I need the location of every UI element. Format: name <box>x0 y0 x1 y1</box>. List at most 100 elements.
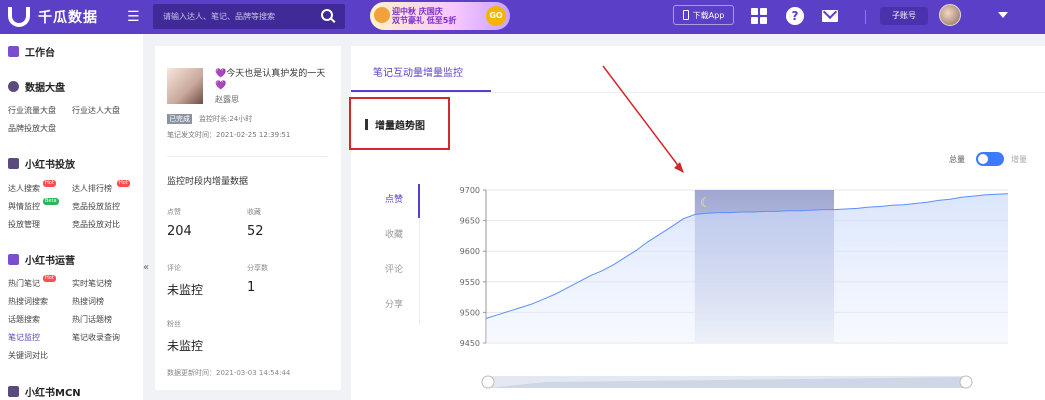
top-bar: 千瓜数据 ☰ 迎中秋 庆国庆 双节豪礼 低至5折 GO 下载App ? 子账号 <box>0 0 1045 34</box>
list-icon <box>8 158 19 169</box>
y-tick-label: 9600 <box>460 247 480 256</box>
caret-down-icon[interactable] <box>998 12 1008 18</box>
total-increment-toggle[interactable] <box>976 152 1004 166</box>
subaccount-button[interactable]: 子账号 <box>880 7 928 25</box>
stat-value-fans: 未监控 <box>167 339 204 353</box>
note-thumbnail[interactable] <box>167 68 203 104</box>
sidebar-section-label: 小红书运营 <box>25 256 75 267</box>
sidebar-section-data-board[interactable]: 数据大盘 <box>8 79 65 94</box>
toggle-knob <box>978 154 988 164</box>
sidebar-item-kol-ranking[interactable]: 达人排行榜 <box>72 183 112 194</box>
sidebar-workbench-label: 工作台 <box>25 48 55 59</box>
stat-value-likes: 204 <box>167 224 192 239</box>
y-tick-label: 9650 <box>460 217 480 226</box>
sidebar-item-keyword-compare[interactable]: 关键词对比 <box>8 350 48 361</box>
sidebar-item-competitor-compare[interactable]: 竞品投放对比 <box>72 219 120 230</box>
pie-chart-icon <box>8 81 19 92</box>
trend-title: 增量趋势图 <box>375 121 425 132</box>
stat-label-comments: 评论 <box>167 264 181 272</box>
y-tick-label: 9450 <box>460 339 480 348</box>
data-update-time: 数据更新时间：2021-03-03 14:54:44 <box>167 369 291 377</box>
sidebar-section-label: 小红书投放 <box>25 160 75 171</box>
stat-value-comments: 未监控 <box>167 283 204 297</box>
logo[interactable]: 千瓜数据 <box>8 7 98 27</box>
logo-mark-icon <box>8 7 30 27</box>
sidebar-item-brand-delivery[interactable]: 品牌投放大盘 <box>8 123 56 134</box>
search-input[interactable] <box>153 12 311 21</box>
hot-badge: Hot <box>43 180 56 187</box>
sidebar-item-hot-word-rank[interactable]: 热搜词榜 <box>72 296 104 307</box>
metric-tab-likes[interactable]: 点赞 <box>385 192 403 205</box>
sidebar-section-xhs-mcn[interactable]: 小红书MCN <box>8 384 81 399</box>
zoom-handle-right[interactable] <box>959 375 973 389</box>
title-bar-icon <box>365 119 368 130</box>
y-tick-label: 9700 <box>460 186 480 195</box>
promo-line-1: 迎中秋 庆国庆 <box>392 7 443 16</box>
toggle-increment-label[interactable]: 增量 <box>1011 154 1027 165</box>
sidebar-item-kol-search[interactable]: 达人搜索 <box>8 183 40 194</box>
main-panel: 笔记互动量增量监控 增量趋势图 总量 增量 点赞 收藏 评论 分享 9450 95… <box>349 46 1045 400</box>
sidebar-item-industry-kol[interactable]: 行业达人大盘 <box>72 105 120 116</box>
sidebar-item-note-index[interactable]: 笔记收录查询 <box>72 332 120 343</box>
stat-label-fans: 粉丝 <box>167 320 181 328</box>
sidebar-item-delivery-manage[interactable]: 投放管理 <box>8 219 40 230</box>
mail-icon[interactable] <box>822 10 838 22</box>
workbench-icon <box>8 46 19 57</box>
sidebar-section-label: 数据大盘 <box>25 83 65 94</box>
stat-value-collects: 52 <box>247 224 264 239</box>
sidebar-collapse-icon[interactable]: « <box>143 262 149 273</box>
sidebar-item-hot-topic-rank[interactable]: 热门话题榜 <box>72 314 112 325</box>
toggle-total-label[interactable]: 总量 <box>949 154 965 165</box>
apps-grid-icon[interactable] <box>751 8 767 24</box>
phone-icon <box>682 10 689 20</box>
tab-interaction-increment[interactable]: 笔记互动量增量监控 <box>373 64 463 79</box>
promo-go-badge: GO <box>486 6 506 26</box>
gift-icon <box>374 7 390 23</box>
monitor-duration: 监控时长:24小时 <box>199 115 253 123</box>
sidebar-workbench[interactable]: 工作台 <box>8 44 55 59</box>
metric-rail-active <box>418 184 420 218</box>
metric-tab-shares[interactable]: 分享 <box>385 297 403 310</box>
increment-title: 监控时段内增量数据 <box>167 177 249 187</box>
metric-tab-comments[interactable]: 评论 <box>385 262 403 275</box>
promo-line-2: 双节豪礼 低至5折 <box>392 16 457 25</box>
note-author[interactable]: 赵露思 <box>215 94 239 105</box>
search-box <box>153 4 345 29</box>
promo-banner[interactable]: 迎中秋 庆国庆 双节豪礼 低至5折 GO <box>370 2 510 30</box>
user-avatar[interactable] <box>939 4 961 26</box>
help-icon[interactable]: ? <box>786 7 804 25</box>
menu-toggle-icon[interactable]: ☰ <box>127 9 140 25</box>
search-icon[interactable] <box>321 9 333 21</box>
header-divider <box>865 10 866 24</box>
sidebar-item-competitor-monitor[interactable]: 竞品投放监控 <box>72 201 120 212</box>
beta-badge: Beta <box>43 198 59 205</box>
monitor-status-badge: 已完成 <box>167 114 192 124</box>
zoom-handle-left[interactable] <box>481 375 495 389</box>
sidebar-item-sentiment[interactable]: 舆情监控 <box>8 201 40 212</box>
sidebar-item-hot-word-search[interactable]: 热搜词搜索 <box>8 296 48 307</box>
download-app-button[interactable]: 下载App <box>673 5 734 25</box>
hot-badge: Hot <box>117 180 130 187</box>
sidebar-item-industry-traffic[interactable]: 行业流量大盘 <box>8 105 56 116</box>
chart-icon <box>8 254 19 265</box>
sidebar-item-realtime-notes[interactable]: 实时笔记榜 <box>72 278 112 289</box>
sidebar-section-xhs-operation[interactable]: 小红书运营 <box>8 252 75 267</box>
note-title[interactable]: 💜今天也是认真护发的一天💜 <box>215 68 333 92</box>
sidebar-item-note-monitor[interactable]: 笔记监控 <box>8 332 40 343</box>
stat-label-shares: 分享数 <box>247 264 268 272</box>
sidebar: 工作台 数据大盘 行业流量大盘 行业达人大盘 品牌投放大盘 小红书投放 达人搜索… <box>0 34 143 400</box>
trend-title-highlight: 增量趋势图 <box>349 97 450 150</box>
tabs-divider <box>351 92 1045 93</box>
stat-label-collects: 收藏 <box>247 208 261 216</box>
stat-label-likes: 点赞 <box>167 208 181 216</box>
moon-icon: ☾ <box>700 196 712 211</box>
divider <box>167 156 327 157</box>
hot-badge: Hot <box>43 275 56 282</box>
metric-tab-collects[interactable]: 收藏 <box>385 227 403 240</box>
publish-time: 笔记发文时间：2021-02-25 12:39:51 <box>167 131 291 139</box>
sidebar-section-xhs-delivery[interactable]: 小红书投放 <box>8 156 75 171</box>
download-app-label: 下载App <box>692 10 725 20</box>
sidebar-item-topic-search[interactable]: 话题搜索 <box>8 314 40 325</box>
sidebar-item-hot-notes[interactable]: 热门笔记 <box>8 278 40 289</box>
stat-value-shares: 1 <box>247 280 256 295</box>
